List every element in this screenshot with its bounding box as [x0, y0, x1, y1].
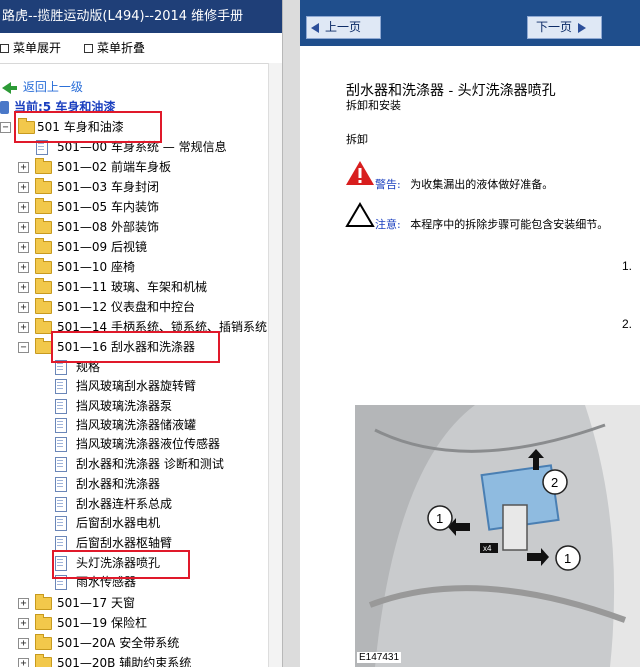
tree-panel: 路虎--揽胜运动版(L494)--2014 维修手册 菜单展开 菜单折叠 返回上… [0, 0, 282, 667]
book-icon [0, 101, 9, 114]
document-icon [55, 457, 67, 472]
document-icon [55, 379, 67, 394]
prev-page-button[interactable]: 上一页 [306, 16, 381, 39]
folder-icon [35, 178, 52, 194]
expand-toggle-icon[interactable]: + [18, 202, 29, 213]
warning-icon [346, 161, 374, 185]
expand-toggle-icon[interactable]: + [18, 282, 29, 293]
folder-icon [35, 158, 52, 174]
folder-open-icon [35, 338, 52, 354]
warning-line: 警告: 为收集漏出的液体做好准备。 [375, 178, 554, 191]
expand-toggle-icon[interactable]: + [18, 222, 29, 233]
folder-icon [35, 634, 52, 650]
expand-toggle-icon[interactable]: + [18, 638, 29, 649]
document-icon [55, 418, 67, 433]
expand-toggle-icon[interactable]: + [18, 598, 29, 609]
collapse-menu-button[interactable]: 菜单折叠 [84, 40, 145, 56]
folder-icon [35, 318, 52, 334]
expand-toggle-icon[interactable]: + [18, 658, 29, 667]
folder-icon [35, 298, 52, 314]
expand-menu-button[interactable]: 菜单展开 [0, 40, 61, 56]
folder-icon [35, 614, 52, 630]
expand-toggle-icon[interactable]: + [18, 302, 29, 313]
left-arrow-icon [311, 22, 319, 33]
folder-icon [35, 594, 52, 610]
expand-toggle-icon[interactable]: + [18, 322, 29, 333]
highlight-box [14, 111, 162, 143]
step-number: 2. [622, 317, 633, 331]
collapse-toggle-icon[interactable]: − [18, 342, 29, 353]
folder-icon [35, 258, 52, 274]
tree-toolbar: 菜单展开 菜单折叠 [0, 33, 282, 64]
highlight-box [52, 550, 190, 579]
expand-toggle-icon[interactable]: + [18, 242, 29, 253]
document-panel: 上一页 下一页 刮水器和洗涤器 - 头灯洗涤器喷孔 拆卸和安装 拆卸 警告: 为… [300, 0, 640, 667]
procedure-illustration: x4 1 2 1 E147431 [355, 405, 640, 667]
collapse-icon [84, 44, 93, 53]
document-icon [55, 437, 67, 452]
folder-icon [35, 238, 52, 254]
folder-icon [35, 218, 52, 234]
folder-icon [35, 198, 52, 214]
document-icon [55, 399, 67, 414]
folder-icon [35, 654, 52, 667]
page-nav-bar: 上一页 下一页 [300, 0, 640, 46]
expand-toggle-icon[interactable]: + [18, 162, 29, 173]
expand-toggle-icon[interactable]: + [18, 618, 29, 629]
document-icon [55, 516, 67, 531]
callout-2: 2 [551, 475, 558, 490]
expand-toggle-icon[interactable]: + [18, 182, 29, 193]
document-icon [55, 536, 67, 551]
document-icon [55, 477, 67, 492]
back-arrow-icon [2, 81, 17, 94]
doc-subtitle: 拆卸和安装 [346, 99, 401, 112]
panel-splitter[interactable] [282, 0, 302, 667]
manual-title: 路虎--揽胜运动版(L494)--2014 维修手册 [0, 0, 282, 33]
tree-scrollbar[interactable] [268, 63, 282, 667]
expand-icon [0, 44, 9, 53]
back-link[interactable]: 返回上一级 [2, 78, 83, 96]
document-icon [55, 497, 67, 512]
right-arrow-icon [578, 22, 587, 33]
highlight-box [51, 331, 220, 363]
component-drawing: x4 1 2 1 [355, 405, 640, 667]
tag-label: x4 [483, 544, 492, 553]
note-line: 注意: 本程序中的拆除步骤可能包含安装细节。 [375, 218, 609, 231]
step-number: 1. [622, 259, 633, 273]
collapse-toggle-icon[interactable]: − [0, 122, 11, 133]
callout-1: 1 [436, 511, 443, 526]
callout-1b: 1 [564, 551, 571, 566]
next-page-button[interactable]: 下一页 [527, 16, 602, 39]
expand-toggle-icon[interactable]: + [18, 262, 29, 273]
folder-icon [35, 278, 52, 294]
figure-code: E147431 [357, 652, 402, 663]
section-heading: 拆卸 [346, 133, 368, 146]
caution-icon [345, 202, 375, 227]
